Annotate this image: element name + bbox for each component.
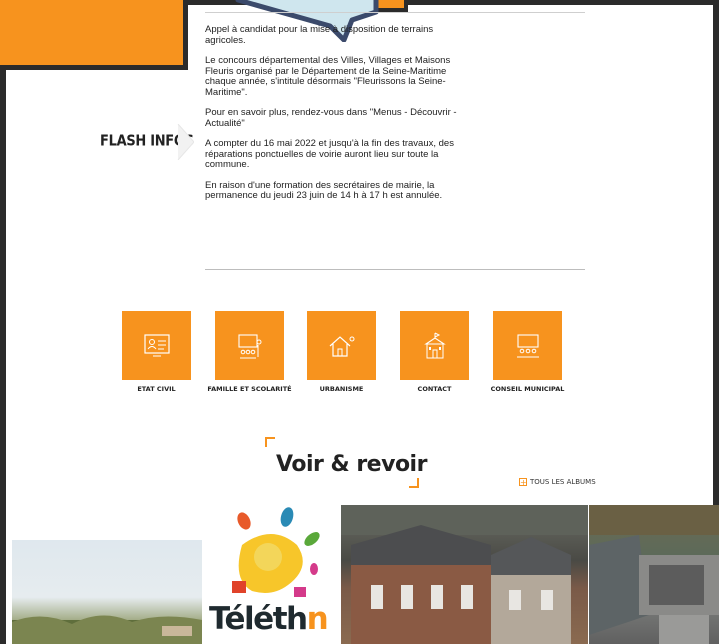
quick-links: ETAT CIVIL FAMILLE ET SCOLARITÉ URBANISM…: [120, 311, 570, 401]
quick-link-etat-civil[interactable]: ETAT CIVIL: [122, 311, 191, 393]
album-thumbnail-school[interactable]: [589, 505, 719, 644]
news-item: En raison d'une formation des secrétaire…: [205, 179, 443, 201]
plus-icon: +: [519, 478, 527, 487]
town-hall-icon: [423, 332, 446, 358]
quick-link-label: CONSEIL MUNICIPAL: [490, 385, 565, 393]
school-aerial-photo: [589, 505, 719, 644]
quick-link-conseil-municipal[interactable]: CONSEIL MUNICIPAL: [491, 311, 564, 393]
flash-news-list: Appel à candidat pour la mise à disposit…: [205, 24, 465, 212]
chevron-right-icon: [177, 124, 194, 160]
title-corner-decoration: [409, 478, 419, 488]
news-item: Le concours départemental des Villes, Vi…: [205, 55, 451, 98]
news-item: A compter du 16 mai 2022 et jusqu'à la f…: [205, 138, 454, 170]
quick-link-urbanisme[interactable]: URBANISME: [307, 311, 376, 393]
all-albums-link[interactable]: + TOUS LES ALBUMS: [519, 478, 596, 487]
title-corner-decoration: [265, 437, 275, 447]
family-icon: [237, 333, 261, 358]
left-frame: [0, 0, 6, 644]
divider: [205, 12, 585, 13]
quick-link-contact[interactable]: CONTACT: [400, 311, 469, 393]
quick-link-famille-scolarite[interactable]: FAMILLE ET SCOLARITÉ: [207, 311, 292, 393]
gallery-title: Voir & revoir: [276, 452, 427, 477]
album-thumbnail-telethon[interactable]: Téléthn: [202, 505, 339, 644]
telethon-wordmark: Téléthn: [209, 601, 329, 637]
id-card-icon: [143, 333, 170, 356]
meeting-icon: [516, 333, 539, 357]
house-icon: [329, 335, 354, 357]
all-albums-label: TOUS LES ALBUMS: [530, 478, 596, 486]
village-photo: [12, 615, 202, 644]
news-item: Appel à candidat pour la mise à disposit…: [205, 24, 434, 46]
header-orange-bar: [0, 0, 188, 70]
news-item: Pour en savoir plus, rendez-vous dans "M…: [205, 107, 457, 129]
album-thumbnail-mairie[interactable]: [341, 505, 588, 644]
album-thumbnail-village[interactable]: [12, 540, 202, 644]
divider: [205, 269, 585, 270]
town-hall-photo: [341, 505, 588, 644]
